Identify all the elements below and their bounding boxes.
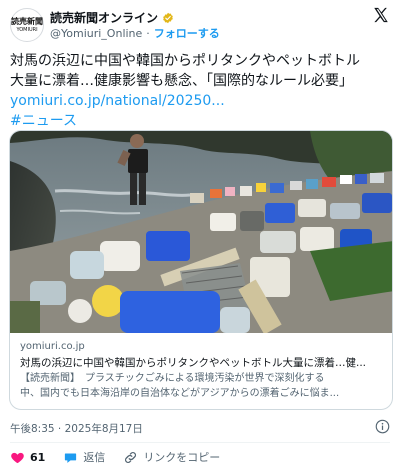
link-card[interactable]: yomiuri.co.jp 対馬の浜辺に中国や韓国からポリタンクやペットボトル大… <box>9 130 393 410</box>
copy-link-label: リンクをコピー <box>143 451 221 464</box>
like-button[interactable]: 61 <box>10 450 45 465</box>
x-logo-icon[interactable] <box>372 6 390 24</box>
action-bar: 61 返信 リンクをコピー <box>10 449 238 465</box>
separator-dot: · <box>146 26 150 40</box>
info-icon[interactable] <box>375 419 390 434</box>
card-description-line-2: 中、国内でも日本海沿岸の自治体などがアジアからの漂着ごみに悩ま... <box>20 388 340 399</box>
handle[interactable]: @Yomiuri_Online <box>50 27 142 40</box>
card-domain: yomiuri.co.jp <box>20 341 85 352</box>
card-image-beach-debris[interactable] <box>10 131 393 333</box>
reply-icon <box>65 452 77 463</box>
card-title[interactable]: 対馬の浜辺に中国や韓国からポリタンクやペットボトル大量に漂着…健... <box>20 355 384 371</box>
follow-button[interactable]: フォローする <box>154 25 220 41</box>
like-count: 61 <box>30 450 46 464</box>
divider <box>10 442 390 443</box>
heart-icon <box>11 452 24 463</box>
card-description: 【読売新聞】 プラスチックごみによる環境汚染が世界で深刻化する 中、国内でも日本… <box>20 371 384 401</box>
link-icon <box>125 451 137 463</box>
post-text: 対馬の浜辺に中国や韓国からポリタンクやペットボトル 大量に漂着…健康影響も懸念、… <box>10 51 394 131</box>
display-name[interactable]: 読売新聞オンライン <box>50 9 158 26</box>
reply-button[interactable]: 返信 <box>63 449 105 465</box>
card-meta: yomiuri.co.jp 対馬の浜辺に中国や韓国からポリタンクやペットボトル大… <box>20 339 384 401</box>
verified-badge-icon[interactable] <box>162 12 174 24</box>
name-row: 読売新聞オンライン <box>50 9 174 26</box>
article-link[interactable]: yomiuri.co.jp/national/20250... <box>10 91 394 111</box>
avatar-logo-subtext: YOMIURI <box>16 27 38 33</box>
copy-link-button[interactable]: リンクをコピー <box>123 449 220 465</box>
post-text-line-2: 大量に漂着…健康影響も懸念、「国際的なルール必要」 <box>10 73 353 89</box>
reply-label: 返信 <box>83 451 106 464</box>
hashtag-link[interactable]: #ニュース <box>10 111 394 131</box>
avatar-logo-text: 読売新聞 <box>11 16 43 26</box>
avatar[interactable]: 読売新聞 YOMIURI <box>10 8 44 42</box>
card-description-line-1: 【読売新聞】 プラスチックごみによる環境汚染が世界で深刻化する <box>20 373 325 384</box>
post-text-line-1: 対馬の浜辺に中国や韓国からポリタンクやペットボトル <box>10 53 360 69</box>
handle-row: @Yomiuri_Online · フォローする <box>50 25 220 41</box>
post: 読売新聞 YOMIURI 読売新聞オンライン @Yomiuri_Online ·… <box>0 0 400 465</box>
post-timestamp[interactable]: 午後8:35 · 2025年8月17日 <box>10 421 143 436</box>
